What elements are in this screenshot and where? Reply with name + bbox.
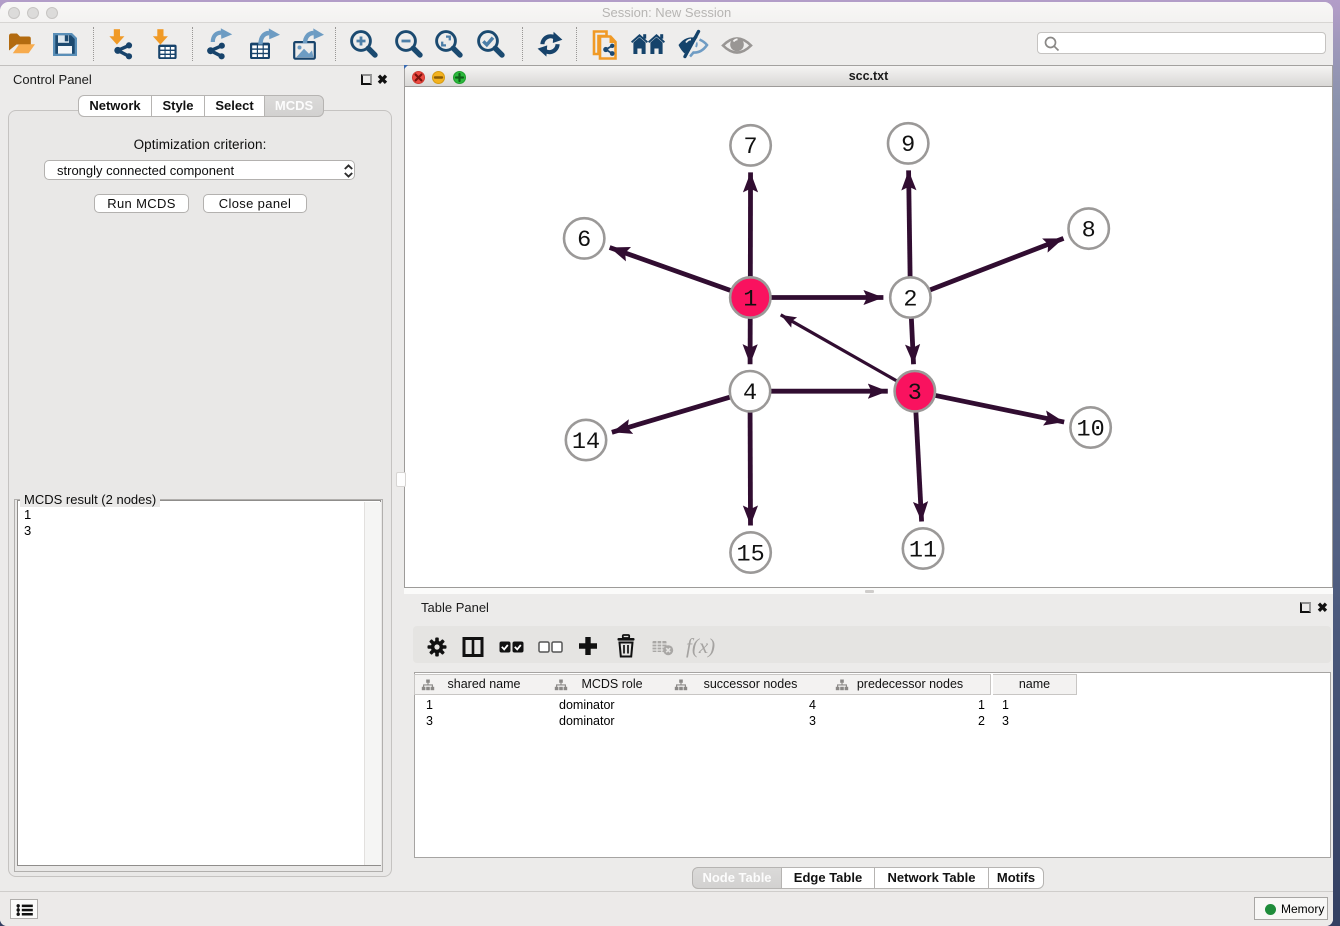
svg-text:3: 3 xyxy=(908,380,922,407)
svg-text:15: 15 xyxy=(736,541,764,568)
svg-text:2: 2 xyxy=(903,286,917,313)
svg-text:8: 8 xyxy=(1082,217,1096,244)
svg-text:4: 4 xyxy=(743,380,757,407)
svg-text:9: 9 xyxy=(901,132,915,159)
svg-text:1: 1 xyxy=(743,286,757,313)
svg-text:10: 10 xyxy=(1076,416,1104,443)
svg-text:14: 14 xyxy=(572,429,600,456)
svg-text:7: 7 xyxy=(744,134,758,161)
svg-text:11: 11 xyxy=(909,537,937,564)
svg-text:6: 6 xyxy=(577,227,591,254)
